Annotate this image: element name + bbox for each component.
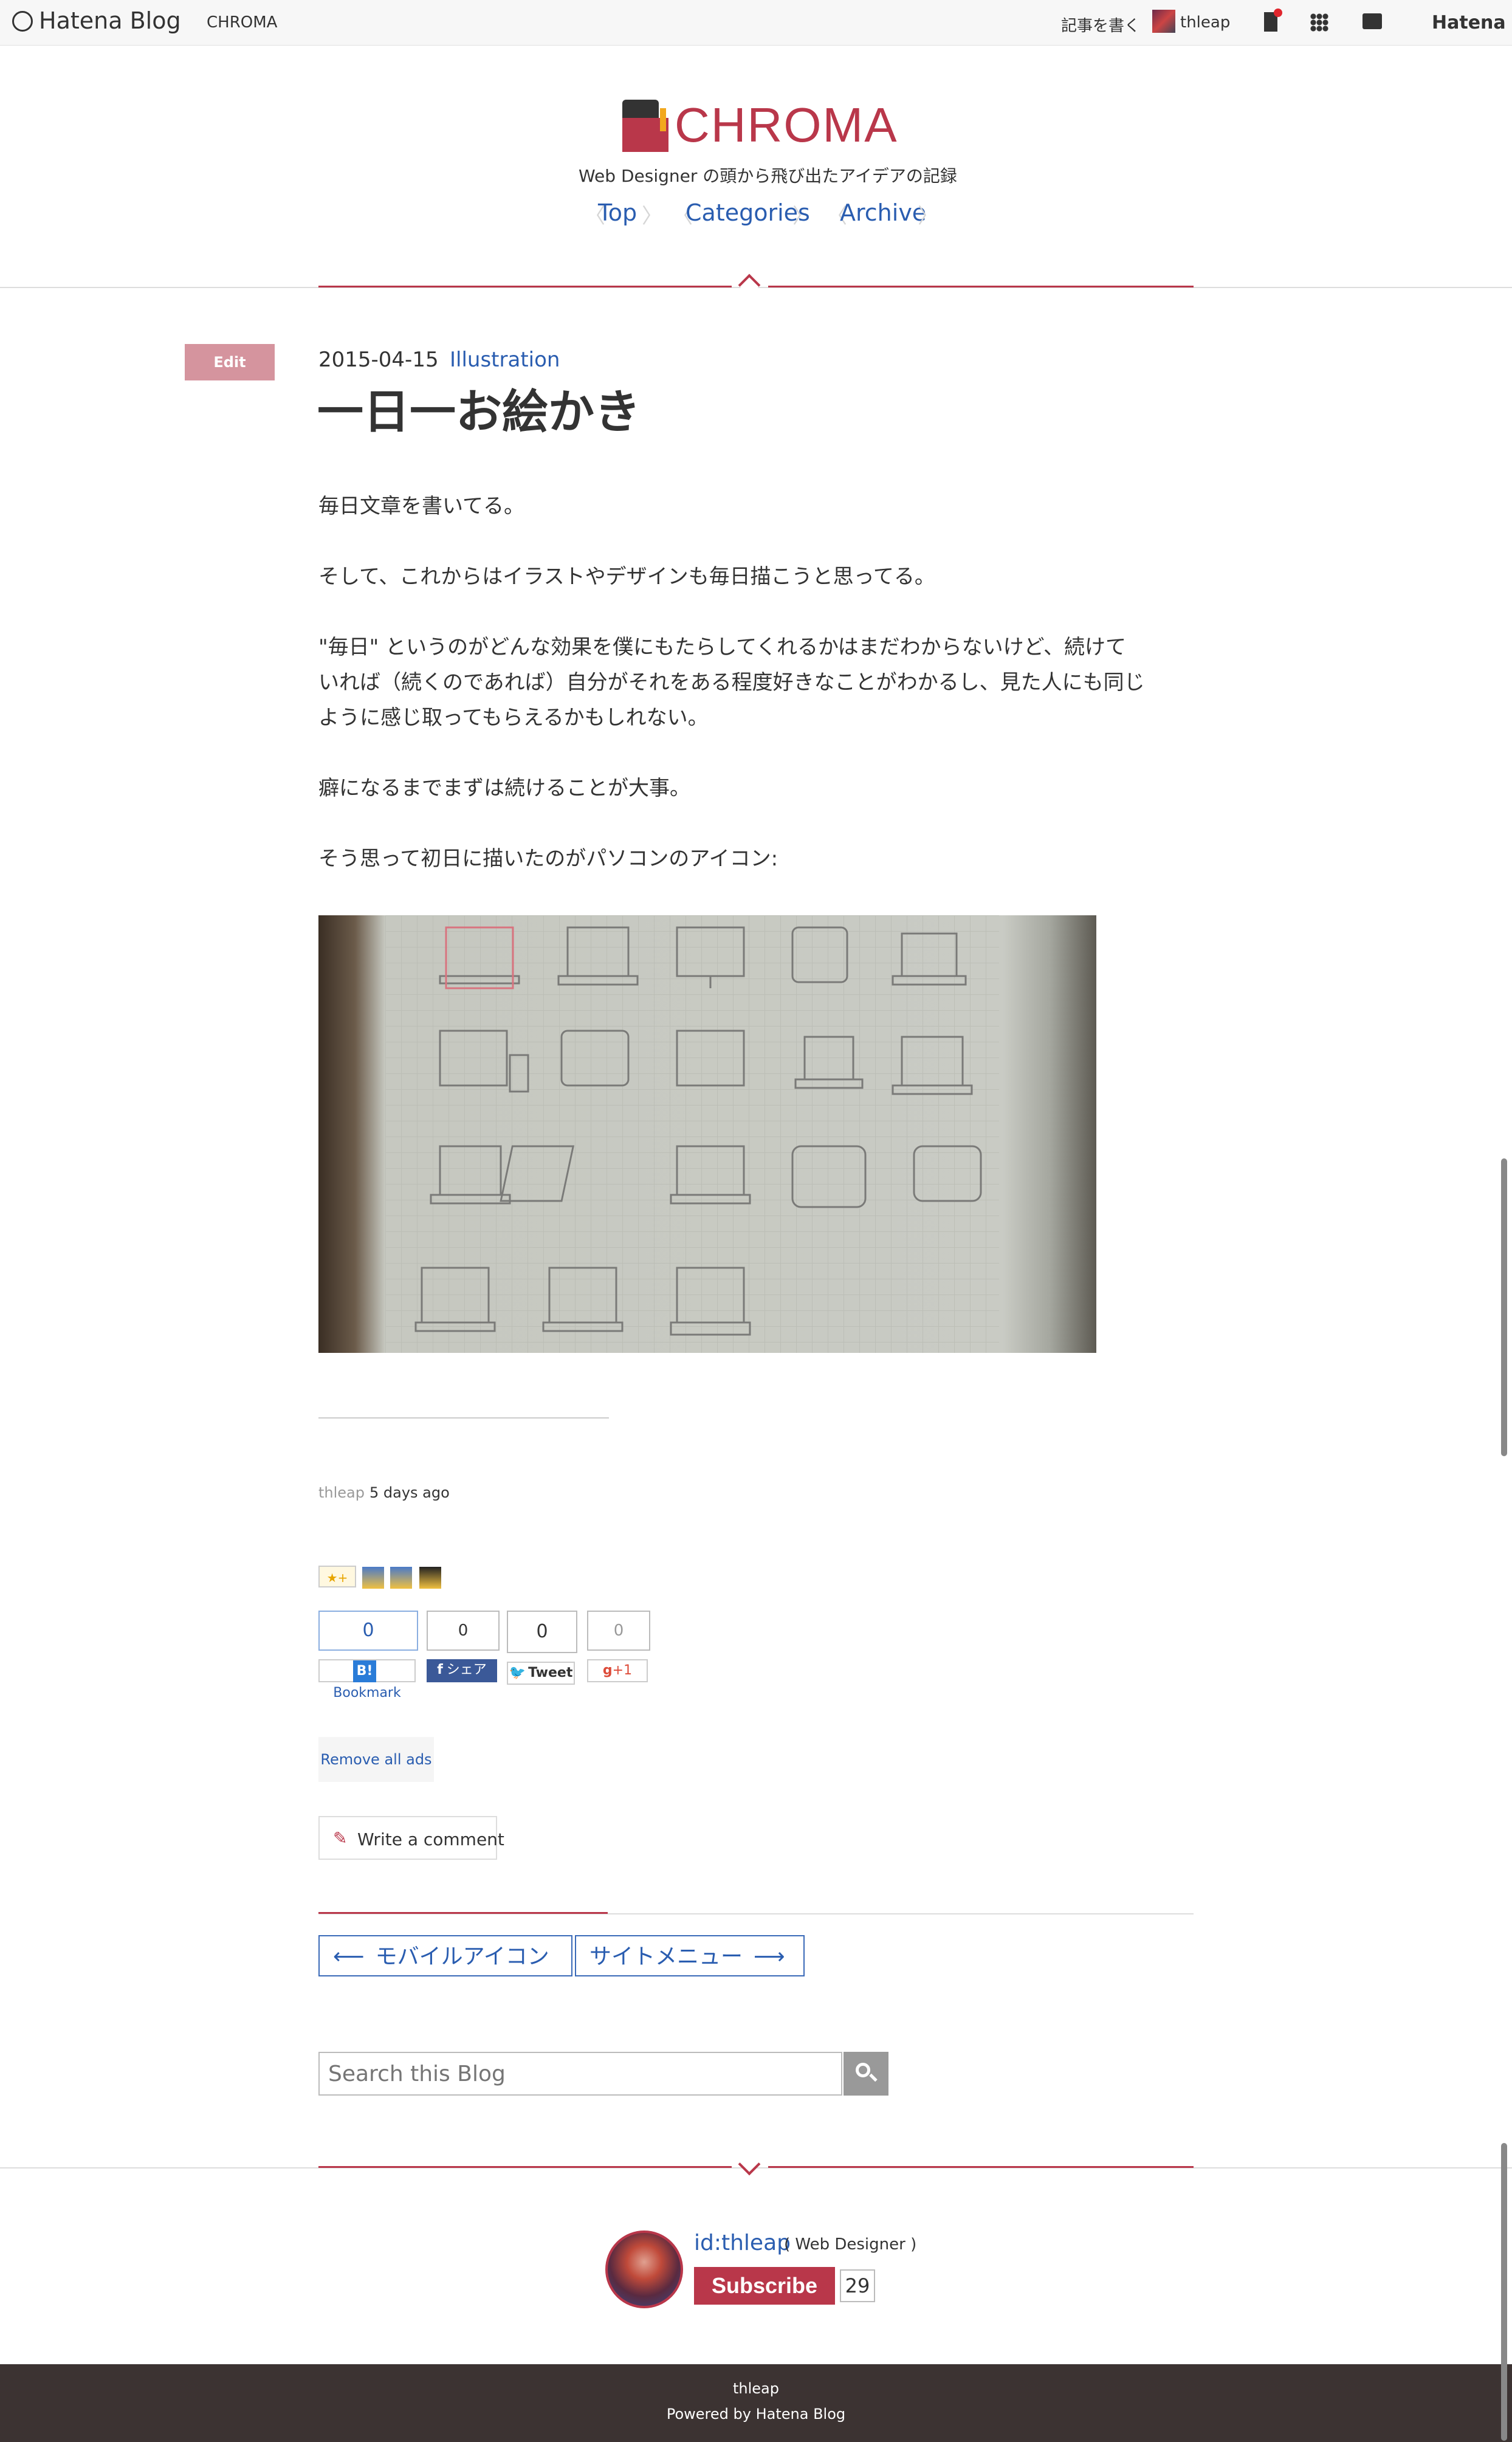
gplus-count[interactable]: 0 [587,1611,650,1651]
tweet-button[interactable]: 🐦 Tweet [507,1662,575,1685]
facebook-label: シェア [446,1662,487,1677]
gplus-button[interactable]: g+1 [587,1659,648,1682]
write-comment-label: Write a comment [357,1829,504,1849]
edit-button[interactable]: Edit [185,344,275,380]
post-author[interactable]: thleap [318,1484,365,1501]
nav-archive[interactable]: Archive [840,199,926,226]
hatena-logo-icon[interactable] [12,11,33,32]
search-icon [856,2063,870,2077]
laptop-sketches [414,926,982,1336]
bookmark-label: Bookmark [333,1685,401,1701]
bookmark-count[interactable]: 0 [318,1611,418,1651]
post-time-ago[interactable]: 5 days ago [369,1484,450,1501]
search-button[interactable] [844,2052,888,2096]
post-paragraph: ように感じ取ってもらえるかもしれない。 [318,706,709,730]
tweet-label: Tweet [528,1665,573,1680]
nav-top[interactable]: Top [598,199,637,226]
profile-role: ( Web Designer ) [784,2235,917,2254]
post-title[interactable]: 一日一お絵かき [317,374,641,441]
post-paragraph: そう思って初日に描いたのがパソコンのアイコン: [318,847,778,871]
post-paragraph: 癖になるまでまずは続けることが大事。 [318,776,690,800]
add-star-button[interactable]: ★+ [318,1566,356,1587]
nav-bracket-right: 〉 [918,204,938,229]
star-user-avatar[interactable] [362,1567,384,1589]
hatena-top-bar: Hatena Blog CHROMA 記事を書く thleap Hatena [0,0,1512,46]
post-paragraph: "毎日" というのがどんな効果を僕にもたらしてくれるかはまだわからないけど、続け… [318,635,1126,659]
header-divider-right [768,286,1194,287]
facebook-icon: f [437,1662,443,1677]
prev-entry-link[interactable]: ⟵ モバイルアイコン [318,1935,572,1976]
hatena-brand-link[interactable]: Hatena [1432,12,1506,33]
notification-dot-icon [1274,9,1282,17]
chevron-down-icon [738,2153,761,2176]
nav-categories[interactable]: Categories [686,199,810,226]
pencil-icon: ✎ [333,1828,348,1848]
hatena-blog-logo-text[interactable]: Hatena Blog [39,7,181,34]
prev-entry-title: モバイルアイコン [375,1944,549,1969]
post-paragraph: 毎日文章を書いてる。 [318,494,524,518]
subscribe-button[interactable]: Subscribe [694,2267,835,2305]
scrollbar-thumb[interactable] [1501,1158,1507,1456]
blog-logo-icon [622,100,668,153]
gplus-label: +1 [612,1663,633,1678]
post-paragraph: そして、これからはイラストやデザインも毎日描こうと思ってる。 [318,565,935,589]
arrow-right-icon: ⟶ [754,1944,785,1969]
blog-tagline: Web Designer の頭から飛び出たアイデアの記録 [579,166,957,186]
chevron-up-icon [738,273,761,297]
profile-avatar[interactable] [605,2230,683,2308]
search-input[interactable] [318,2052,842,2096]
footer-blog-owner[interactable]: thleap [0,2380,1512,2397]
post-date[interactable]: 2015-04-15 [318,348,439,372]
user-menu-name[interactable]: thleap [1180,13,1230,32]
hatena-b-icon: B! [352,1660,377,1682]
footer-divider-right [768,2166,1194,2168]
subscriber-count: 29 [840,2269,875,2302]
blog-title[interactable]: CHROMA [675,97,898,153]
remove-ads-link[interactable]: Remove all ads [318,1737,434,1782]
write-comment-button[interactable]: ✎ Write a comment [318,1816,504,1860]
blog-name-link[interactable]: CHROMA [207,13,277,32]
header-divider-left [318,286,732,287]
apps-grid-icon[interactable] [1310,13,1328,32]
profile-id-link[interactable]: id:thleap [694,2230,791,2255]
star-user-avatar[interactable] [390,1567,412,1589]
post-paragraph: いれば（続くのであれば）自分がそれをある程度好きなことがわかるし、見た人にも同じ [318,670,1145,695]
twitter-bird-icon: 🐦 [509,1665,526,1680]
next-entry-title: サイトメニュー [589,1944,743,1969]
site-footer: thleap Powered by Hatena Blog [0,2364,1512,2442]
write-entry-link[interactable]: 記事を書く [1061,13,1140,36]
facebook-share-button[interactable]: f シェア [427,1659,497,1682]
arrow-left-icon: ⟵ [333,1944,365,1969]
footer-powered-by[interactable]: Powered by Hatena Blog [0,2406,1512,2423]
facebook-count[interactable]: 0 [427,1611,500,1651]
hatena-bookmark-button[interactable]: B! Bookmark [318,1659,416,1701]
scrollbar-thumb-footer[interactable] [1501,2143,1507,2441]
tweet-count[interactable]: 0 [507,1611,577,1653]
user-avatar[interactable] [1152,10,1175,33]
post-footer-divider [318,1417,609,1419]
post-sketch-image[interactable] [318,915,1096,1353]
footer-divider-left [318,2166,732,2168]
nav-bracket-right: 〉 [642,204,662,229]
star-user-avatar[interactable] [419,1567,441,1589]
pager-divider-accent [318,1912,608,1914]
post-category[interactable]: Illustration [450,348,560,372]
gplus-icon: g [602,1663,613,1678]
next-entry-link[interactable]: サイトメニュー ⟶ [575,1935,805,1976]
comment-icon[interactable] [1363,13,1382,29]
nav-bracket-right: 〉 [792,204,813,229]
